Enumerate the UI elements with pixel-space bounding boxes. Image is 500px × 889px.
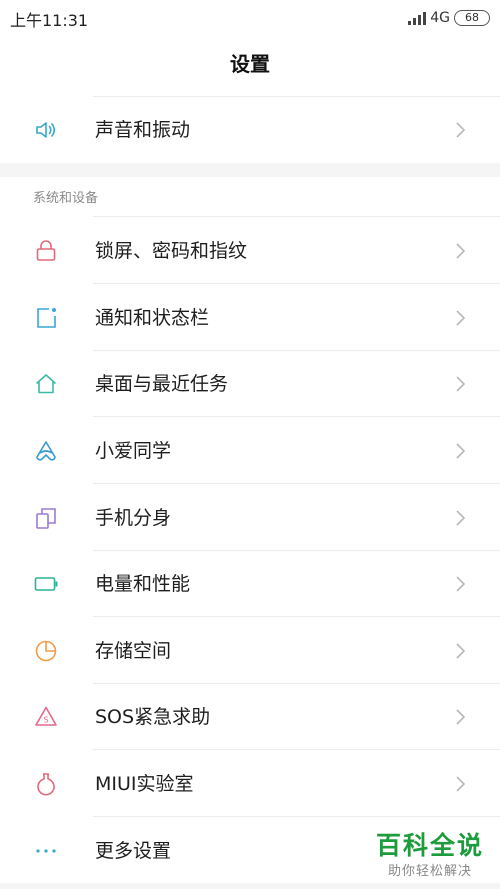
settings-item-notifications[interactable]: 通知和状态栏 [0, 285, 500, 351]
settings-item-label: 锁屏、密码和指纹 [95, 240, 248, 262]
divider [93, 216, 500, 217]
watermark-title: 百科全说 [375, 831, 484, 860]
network-type: 4G [430, 10, 450, 26]
settings-item-storage[interactable]: 存储空间 [0, 618, 500, 684]
settings-item-battery[interactable]: 电量和性能 [0, 551, 500, 617]
chevron-right-icon [456, 643, 466, 659]
chevron-right-icon [456, 243, 466, 259]
speaker-icon [36, 122, 56, 138]
settings-item-home-screen[interactable]: 桌面与最近任务 [0, 351, 500, 417]
divider [93, 616, 500, 617]
svg-text:S: S [43, 716, 48, 725]
settings-item-label: 小爱同学 [95, 440, 172, 462]
chevron-right-icon [456, 510, 466, 526]
divider [93, 816, 500, 817]
settings-item-label: MIUI实验室 [95, 773, 194, 795]
section-gap [0, 883, 500, 889]
signal-icon [408, 11, 427, 25]
dual-phone-icon [36, 508, 56, 529]
settings-item-miui-lab[interactable]: MIUI实验室 [0, 751, 500, 817]
title-bar: 设置 [0, 36, 500, 92]
settings-item-xiaoai[interactable]: 小爱同学 [0, 418, 500, 484]
more-dots-icon [36, 849, 56, 853]
settings-item-dual-phone[interactable]: 手机分身 [0, 485, 500, 551]
watermark: 百科全说 助你轻松解决 [376, 826, 484, 879]
divider [93, 483, 500, 484]
settings-item-lock-screen[interactable]: 锁屏、密码和指纹 [0, 218, 500, 284]
settings-item-sound[interactable]: 声音和振动 [0, 97, 500, 163]
chevron-right-icon [456, 776, 466, 792]
status-time: 上午11:31 [10, 11, 89, 30]
divider [93, 749, 500, 750]
settings-item-label: 电量和性能 [95, 573, 191, 595]
lab-flask-icon [37, 773, 55, 796]
settings-item-label: 存储空间 [95, 640, 172, 662]
settings-item-label: 声音和振动 [95, 119, 191, 141]
xiaoai-icon [36, 441, 56, 461]
status-bar: 上午11:31 4G 68 [0, 0, 500, 36]
battery-indicator: 68 [454, 10, 490, 26]
settings-item-label: 手机分身 [95, 507, 172, 529]
section-gap [0, 163, 500, 177]
notification-icon [37, 308, 56, 328]
chevron-right-icon [456, 443, 466, 459]
chevron-right-icon [456, 576, 466, 592]
settings-item-label: 桌面与最近任务 [95, 373, 229, 395]
battery-icon [34, 577, 58, 591]
settings-item-label: SOS紧急求助 [95, 706, 211, 728]
settings-item-label: 更多设置 [95, 840, 172, 862]
lock-icon [36, 240, 56, 261]
divider [93, 416, 500, 417]
home-icon [35, 374, 57, 394]
section-header-system: 系统和设备 [33, 191, 99, 206]
settings-item-sos[interactable]: S SOS紧急求助 [0, 684, 500, 750]
sos-icon: S [35, 706, 57, 726]
storage-pie-icon [35, 640, 57, 662]
chevron-right-icon [456, 376, 466, 392]
status-indicators: 4G 68 [408, 8, 490, 28]
divider [93, 283, 500, 284]
page-title: 设置 [230, 52, 270, 76]
watermark-subtitle: 助你轻松解决 [387, 864, 472, 879]
settings-item-label: 通知和状态栏 [95, 307, 210, 329]
chevron-right-icon [456, 310, 466, 326]
chevron-right-icon [456, 709, 466, 725]
chevron-right-icon [456, 122, 466, 138]
